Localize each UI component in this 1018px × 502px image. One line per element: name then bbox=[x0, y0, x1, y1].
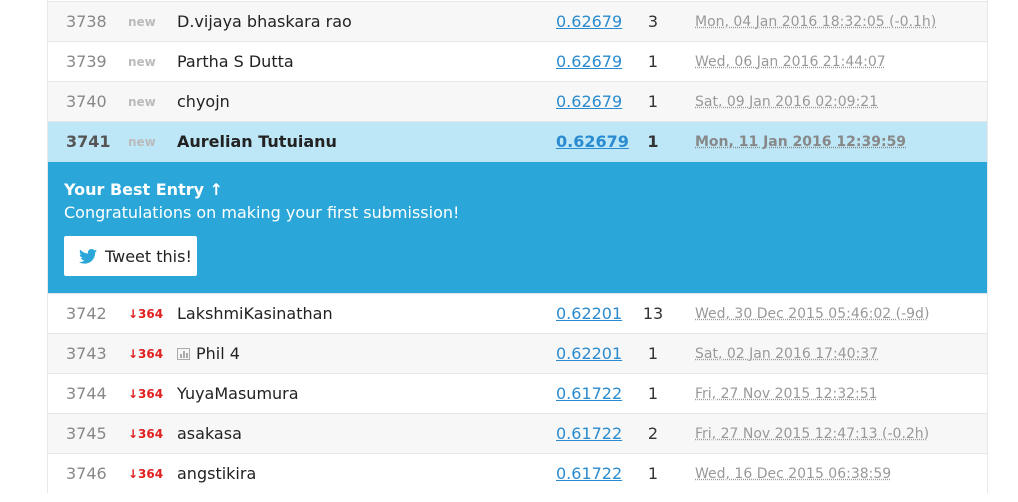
last-submission-time: Mon, 11 Jan 2016 12:39:59 bbox=[695, 134, 907, 150]
team-name-text: Partha S Dutta bbox=[177, 52, 294, 71]
rank: 3740 bbox=[66, 92, 107, 111]
team-name[interactable]: Partha S Dutta bbox=[177, 42, 294, 82]
best-entry-banner: Your Best Entry ↑ Congratulations on mak… bbox=[48, 162, 987, 293]
entries-count: 2 bbox=[647, 424, 659, 443]
rank-change: ↓364 bbox=[128, 387, 164, 401]
score-link[interactable]: 0.62679 bbox=[556, 2, 622, 42]
last-submission-time: Wed, 16 Dec 2015 06:38:59 bbox=[695, 466, 892, 482]
table-row[interactable]: 3744 ↓364 YuyaMasumura 0.61722 1 Fri, 27 Nov … bbox=[48, 373, 987, 413]
last-submission-time: Sat, 02 Jan 2016 17:40:37 bbox=[695, 346, 879, 362]
score-link[interactable]: 0.61722 bbox=[556, 374, 622, 414]
rank-change: ↓364 bbox=[128, 427, 164, 441]
entries-count: 1 bbox=[647, 52, 659, 71]
my-team-row[interactable]: 3741 new Aurelian Tutuianu 0.62679 1 Mon… bbox=[48, 121, 987, 162]
entries-count: 1 bbox=[647, 464, 659, 483]
entries-count: 13 bbox=[642, 304, 664, 323]
leaderboard-rows-before: 3738 new D.vijaya bhaskara rao 0.62679 3 Mon,… bbox=[48, 1, 987, 121]
entries-count: 3 bbox=[647, 12, 659, 31]
team-name[interactable]: D.vijaya bhaskara rao bbox=[177, 2, 352, 42]
rank: 3746 bbox=[66, 464, 107, 483]
score-link[interactable]: 0.61722 bbox=[556, 414, 622, 454]
team-name-text: LakshmiKasinathan bbox=[177, 304, 333, 323]
team-name[interactable]: asakasa bbox=[177, 414, 242, 454]
tweet-button-label: Tweet this! bbox=[105, 246, 192, 266]
team-name-text: chyojn bbox=[177, 92, 230, 111]
last-submission-time: Mon, 04 Jan 2016 18:32:05 (-0.1h) bbox=[695, 14, 937, 30]
rank-change: ↓364 bbox=[128, 467, 164, 481]
team-name[interactable]: YuyaMasumura bbox=[177, 374, 299, 414]
leaderboard-rows-after: 3742 ↓364 LakshmiKasinathan 0.62201 13 Wed, 3… bbox=[48, 293, 987, 493]
rank-change: new bbox=[128, 135, 156, 149]
score-link[interactable]: 0.62201 bbox=[556, 294, 622, 334]
team-name[interactable]: Aurelian Tutuianu bbox=[177, 122, 337, 162]
leaderboard: 3738 new D.vijaya bhaskara rao 0.62679 3 Mon,… bbox=[47, 0, 988, 493]
team-name[interactable]: Phil 4 bbox=[177, 334, 240, 375]
table-row[interactable]: 3743 ↓364 Phil 4 0.62201 1 Sat, 02 Jan 2016 1… bbox=[48, 333, 987, 373]
rank-change: new bbox=[128, 95, 156, 109]
rank: 3741 bbox=[66, 132, 111, 151]
table-row[interactable]: 3739 new Partha S Dutta 0.62679 1 Wed, 06 Jan… bbox=[48, 41, 987, 81]
score-link[interactable]: 0.62679 bbox=[556, 82, 622, 122]
table-row[interactable]: 3738 new D.vijaya bhaskara rao 0.62679 3 Mon,… bbox=[48, 1, 987, 41]
bar-chart-icon bbox=[177, 335, 190, 375]
rank-change: new bbox=[128, 55, 156, 69]
team-name[interactable]: chyojn bbox=[177, 82, 230, 122]
entries-count: 1 bbox=[647, 132, 659, 151]
best-entry-message: Congratulations on making your first sub… bbox=[64, 203, 460, 222]
tweet-button[interactable]: Tweet this! bbox=[64, 236, 197, 276]
rank-change: ↓364 bbox=[128, 307, 164, 321]
rank: 3738 bbox=[66, 12, 107, 31]
team-name[interactable]: angstikira bbox=[177, 454, 256, 494]
rank: 3743 bbox=[66, 344, 107, 363]
score-link[interactable]: 0.62201 bbox=[556, 334, 622, 374]
score-link[interactable]: 0.62679 bbox=[556, 42, 622, 82]
entries-count: 1 bbox=[647, 92, 659, 111]
team-name-text: YuyaMasumura bbox=[177, 384, 299, 403]
best-entry-title: Your Best Entry ↑ bbox=[64, 180, 224, 199]
last-submission-time: Wed, 06 Jan 2016 21:44:07 bbox=[695, 54, 886, 70]
rank-change: new bbox=[128, 15, 156, 29]
team-name[interactable]: LakshmiKasinathan bbox=[177, 294, 333, 334]
team-name-text: Phil 4 bbox=[196, 344, 240, 363]
rank-change: ↓364 bbox=[128, 347, 164, 361]
twitter-bird-icon bbox=[79, 248, 97, 264]
team-name-text: asakasa bbox=[177, 424, 242, 443]
table-row[interactable]: 3745 ↓364 asakasa 0.61722 2 Fri, 27 Nov 2015 … bbox=[48, 413, 987, 453]
score-link[interactable]: 0.61722 bbox=[556, 454, 622, 494]
entries-count: 1 bbox=[647, 344, 659, 363]
rank: 3744 bbox=[66, 384, 107, 403]
table-row[interactable]: 3742 ↓364 LakshmiKasinathan 0.62201 13 Wed, 3… bbox=[48, 293, 987, 333]
score-link[interactable]: 0.62679 bbox=[556, 122, 629, 162]
team-name-text: angstikira bbox=[177, 464, 257, 483]
rank: 3739 bbox=[66, 52, 107, 71]
last-submission-time: Fri, 27 Nov 2015 12:32:51 bbox=[695, 386, 878, 402]
team-name-text: D.vijaya bhaskara rao bbox=[177, 12, 352, 31]
rank: 3745 bbox=[66, 424, 107, 443]
last-submission-time: Wed, 30 Dec 2015 05:46:02 (-9d) bbox=[695, 306, 930, 322]
entries-count: 1 bbox=[647, 384, 659, 403]
last-submission-time: Fri, 27 Nov 2015 12:47:13 (-0.2h) bbox=[695, 426, 930, 442]
table-row[interactable]: 3740 new chyojn 0.62679 1 Sat, 09 Jan 2016 02… bbox=[48, 81, 987, 121]
last-submission-time: Sat, 09 Jan 2016 02:09:21 bbox=[695, 94, 879, 110]
rank: 3742 bbox=[66, 304, 107, 323]
table-row[interactable]: 3746 ↓364 angstikira 0.61722 1 Wed, 16 Dec 20… bbox=[48, 453, 987, 493]
